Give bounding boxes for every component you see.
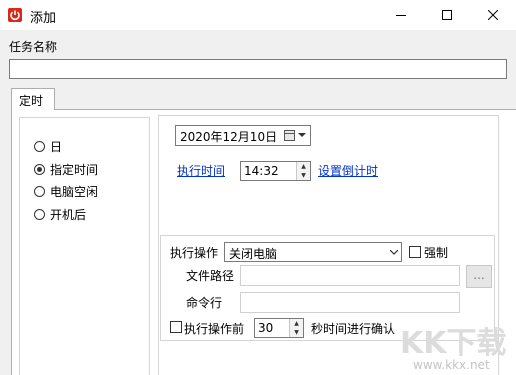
exec-time-link[interactable]: 执行时间 xyxy=(177,162,225,179)
minimize-icon xyxy=(396,15,406,16)
confirm-checkbox[interactable] xyxy=(170,321,182,333)
file-path-label: 文件路径 xyxy=(186,269,235,283)
tab-schedule[interactable]: 定时 xyxy=(11,88,55,110)
close-button[interactable] xyxy=(470,0,516,30)
radio-specified-time[interactable] xyxy=(34,164,45,175)
operation-label: 执行操作 xyxy=(170,246,219,260)
maximize-button[interactable] xyxy=(424,0,470,30)
maximize-icon xyxy=(442,10,452,20)
set-countdown-link[interactable]: 设置倒计时 xyxy=(318,162,378,179)
force-checkbox[interactable] xyxy=(409,246,421,258)
calendar-icon[interactable] xyxy=(284,130,296,141)
browse-button[interactable]: ... xyxy=(466,265,492,288)
time-spinner-buttons[interactable]: ▲ ▼ xyxy=(296,162,310,180)
spin-up-icon[interactable]: ▲ xyxy=(297,162,310,171)
radio-after-boot-label: 开机后 xyxy=(50,208,87,222)
radio-after-boot[interactable] xyxy=(34,209,45,220)
task-name-label: 任务名称 xyxy=(9,40,58,54)
spin-down-icon[interactable]: ▼ xyxy=(290,328,303,337)
radio-specified-time-label: 指定时间 xyxy=(50,163,99,177)
kk-watermark-logo: KK下载 xyxy=(400,326,507,361)
file-path-input[interactable] xyxy=(240,265,460,286)
time-spinner[interactable]: 14:32 ▲ ▼ xyxy=(240,161,311,181)
command-input[interactable] xyxy=(240,292,460,313)
operation-select[interactable]: 关闭电脑 xyxy=(224,242,402,262)
spin-up-icon[interactable]: ▲ xyxy=(290,319,303,328)
date-picker[interactable]: 2020年12月10日 xyxy=(175,125,311,146)
schedule-type-group xyxy=(19,117,150,375)
task-name-input[interactable] xyxy=(9,59,507,79)
watermark-url: www.kkx.net xyxy=(413,358,490,372)
window-title: 添加 xyxy=(30,11,57,26)
close-icon xyxy=(488,10,498,20)
chevron-down-icon[interactable] xyxy=(298,133,306,138)
confirm-suffix-label: 秒时间进行确认 xyxy=(311,322,396,336)
radio-idle-label: 电脑空闲 xyxy=(50,185,99,199)
spin-down-icon[interactable]: ▼ xyxy=(297,171,310,180)
radio-daily-label: 日 xyxy=(50,140,63,154)
minimize-button[interactable] xyxy=(378,0,424,30)
radio-daily[interactable] xyxy=(34,141,45,152)
command-label: 命令行 xyxy=(186,296,223,310)
confirm-seconds-spinner[interactable]: 30 ▲ ▼ xyxy=(254,318,304,338)
chevron-down-icon xyxy=(390,250,398,255)
radio-idle[interactable] xyxy=(34,186,45,197)
power-icon xyxy=(8,8,22,22)
force-label: 强制 xyxy=(424,246,449,260)
confirm-spinner-buttons[interactable]: ▲ ▼ xyxy=(289,319,303,337)
confirm-label: 执行操作前 xyxy=(184,322,245,336)
